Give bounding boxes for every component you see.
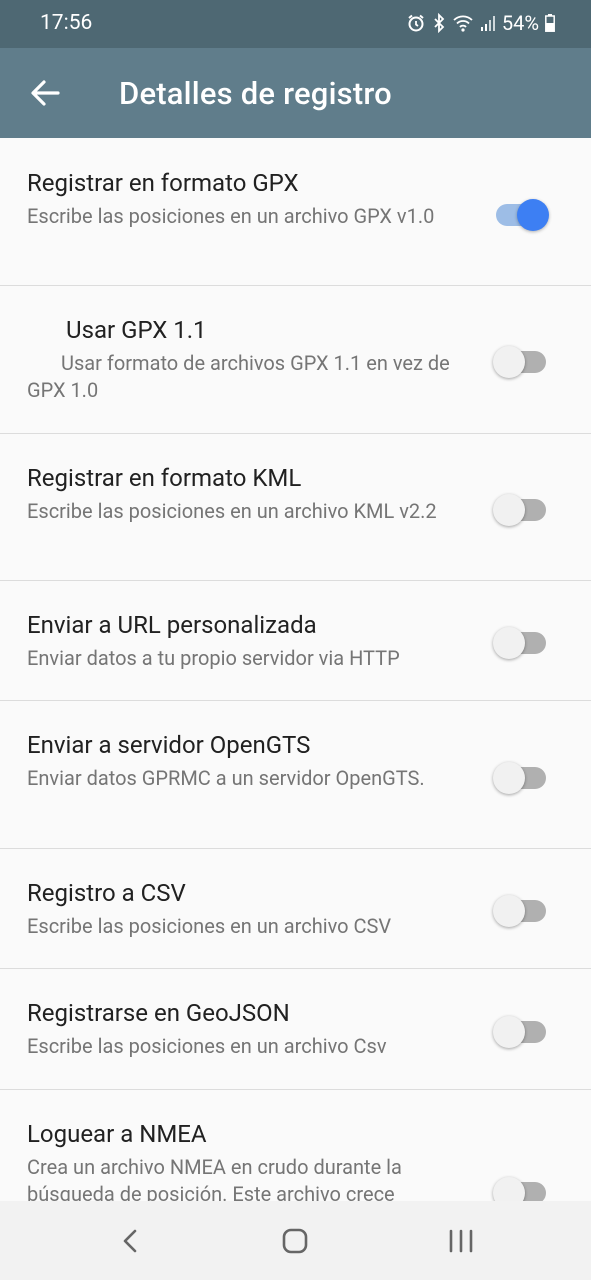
setting-subtitle: Escribe las posiciones en un archivo CSV — [27, 914, 392, 938]
setting-title: Registrar en formato GPX — [27, 169, 299, 197]
setting-subtitle: Enviar datos a tu propio servidor via HT… — [27, 646, 400, 670]
setting-title: Enviar a URL personalizada — [27, 611, 317, 639]
status-bar: 17:56 54% — [0, 0, 591, 48]
setting-subtitle: Enviar datos GPRMC a un servidor OpenGTS… — [27, 766, 425, 790]
setting-title: Loguear a NMEA — [27, 1120, 207, 1148]
setting-title: Enviar a servidor OpenGTS — [27, 731, 311, 759]
nmea-switch[interactable] — [493, 1171, 551, 1201]
wifi-icon — [452, 13, 474, 33]
setting-row-kml[interactable]: Registrar en formato KML Escribe las pos… — [0, 433, 591, 581]
setting-subtitle: Escribe las posiciones en un archivo GPX… — [27, 204, 435, 228]
chevron-left-icon — [123, 1229, 137, 1253]
nav-recents-button[interactable] — [441, 1221, 481, 1261]
setting-row-gpx11[interactable]: Usar GPX 1.1 Usar formato de archivos GP… — [0, 285, 591, 434]
page-title: Detalles de registro — [119, 75, 392, 112]
kml-switch[interactable] — [493, 488, 551, 526]
switch-thumb — [493, 1016, 525, 1048]
setting-subtitle: Escribe las posiciones en un archivo KML… — [27, 499, 437, 523]
setting-title: Registrar en formato KML — [27, 464, 302, 492]
setting-subtitle: Escribe las posiciones en un archivo Csv — [27, 1034, 387, 1058]
custom-url-switch[interactable] — [493, 621, 551, 659]
status-icons: 54% — [406, 11, 555, 35]
setting-row-csv[interactable]: Registro a CSV Escribe las posiciones en… — [0, 848, 591, 969]
setting-row-geojson[interactable]: Registrarse en GeoJSON Escribe las posic… — [0, 968, 591, 1090]
alarm-icon — [406, 13, 426, 33]
bluetooth-icon — [432, 13, 446, 33]
nav-home-button[interactable] — [275, 1221, 315, 1261]
battery-percent: 54% — [501, 11, 539, 35]
switch-thumb — [493, 346, 525, 378]
signal-icon — [480, 14, 496, 32]
home-square-icon — [282, 1228, 308, 1254]
status-time: 17:56 — [40, 11, 93, 35]
csv-switch[interactable] — [493, 889, 551, 927]
geojson-switch[interactable] — [493, 1010, 551, 1048]
gpx11-switch[interactable] — [493, 340, 551, 378]
app-bar: Detalles de registro — [0, 48, 591, 138]
setting-subtitle: Usar formato de archivos GPX 1.1 en vez … — [27, 351, 450, 402]
setting-row-gpx[interactable]: Registrar en formato GPX Escribe las pos… — [0, 138, 591, 286]
setting-title: Usar GPX 1.1 — [66, 316, 207, 344]
setting-title: Registro a CSV — [27, 879, 186, 907]
opengts-switch[interactable] — [493, 756, 551, 794]
switch-thumb — [493, 1177, 525, 1201]
arrow-back-icon — [31, 80, 60, 106]
setting-row-opengts[interactable]: Enviar a servidor OpenGTS Enviar datos G… — [0, 700, 591, 849]
back-button[interactable] — [26, 75, 66, 111]
switch-thumb — [493, 627, 525, 659]
switch-thumb — [493, 762, 525, 794]
nav-back-button[interactable] — [110, 1221, 150, 1261]
battery-icon — [545, 14, 555, 32]
recents-icon — [449, 1229, 473, 1253]
switch-thumb — [493, 494, 525, 526]
setting-row-nmea[interactable]: Loguear a NMEA Crea un archivo NMEA en c… — [0, 1089, 591, 1201]
setting-subtitle: Crea un archivo NMEA en crudo durante la… — [27, 1155, 402, 1201]
switch-thumb — [517, 199, 549, 231]
settings-list: Registrar en formato GPX Escribe las pos… — [0, 138, 591, 1201]
switch-thumb — [493, 895, 525, 927]
navigation-bar — [0, 1201, 591, 1280]
setting-row-custom-url[interactable]: Enviar a URL personalizada Enviar datos … — [0, 580, 591, 701]
gpx-switch[interactable] — [493, 193, 551, 231]
setting-title: Registrarse en GeoJSON — [27, 999, 290, 1027]
